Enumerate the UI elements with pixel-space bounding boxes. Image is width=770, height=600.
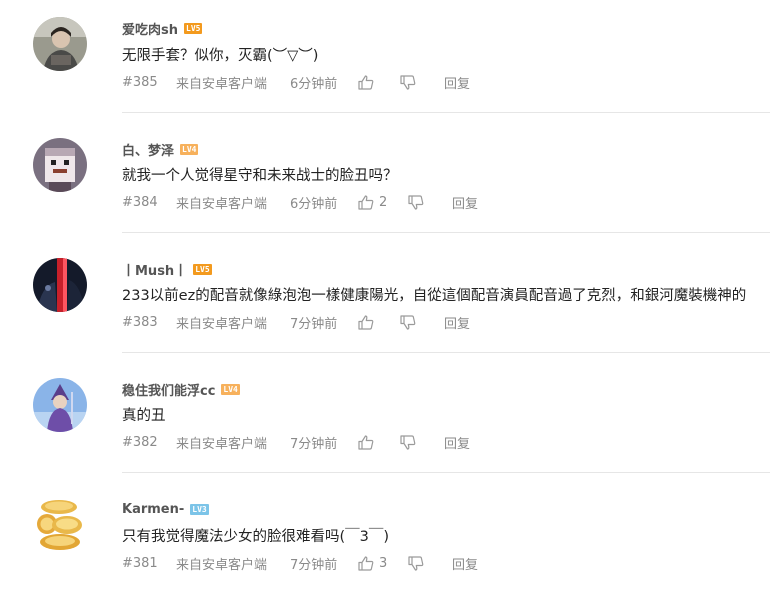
thumbs-up-icon [358, 434, 374, 450]
user-row: 稳住我们能浮cc LV4 [122, 380, 240, 399]
source-label: 来自安卓客户端 [176, 557, 268, 573]
comment-item: 白、梦泽 LV4 就我一个人觉得星守和未来战士的脸丑吗？ #384 来自安卓客户… [0, 120, 770, 240]
username[interactable]: 丨Mush丨 [122, 260, 187, 279]
comment-text: 就我一个人觉得星守和未来战士的脸丑吗？ [122, 168, 398, 184]
like-button[interactable] [358, 314, 400, 330]
thumbs-down-icon [400, 314, 416, 330]
comment-text: 真的丑 [122, 408, 166, 424]
user-row: 爱吃肉sh LV5 [122, 19, 203, 38]
comment-item: 丨Mush丨 LV5 233以前ez的配音就像綠泡泡一樣健康陽光，自從這個配音演… [0, 240, 770, 360]
comment-item: 稳住我们能浮cc LV4 真的丑 #382 来自安卓客户端 7分钟前 回复 [0, 360, 770, 480]
thumbs-down-icon [400, 74, 416, 90]
thumbs-down-icon [408, 555, 424, 571]
avatar[interactable] [33, 17, 87, 71]
comment-meta: #385 来自安卓客户端 6分钟前 回复 [122, 73, 470, 92]
level-badge: LV4 [180, 143, 199, 155]
like-button[interactable]: 3 [358, 556, 408, 571]
like-button[interactable] [358, 74, 400, 90]
dislike-button[interactable] [408, 555, 452, 571]
comment-item: Karmen- LV3 只有我觉得魔法少女的脸很难看吗(￣3￣) #381 来自… [0, 480, 770, 600]
level-badge: LV5 [184, 22, 203, 34]
reply-button[interactable]: 回复 [444, 433, 470, 452]
like-count: 3 [379, 555, 388, 571]
avatar-photo-icon [33, 17, 87, 71]
source-label: 来自安卓客户端 [176, 76, 268, 92]
timestamp: 6分钟前 [290, 196, 338, 212]
dislike-button[interactable] [400, 434, 444, 450]
reply-button[interactable]: 回复 [452, 193, 478, 212]
comment-meta: #382 来自安卓客户端 7分钟前 回复 [122, 433, 470, 452]
user-row: 丨Mush丨 LV5 [122, 260, 212, 279]
avatar[interactable] [33, 497, 87, 551]
level-badge: LV4 [221, 383, 240, 395]
timestamp: 7分钟前 [290, 557, 338, 573]
user-row: 白、梦泽 LV4 [122, 140, 199, 159]
avatar-pixel-icon [33, 138, 87, 192]
floor-number: #385 [122, 74, 158, 90]
reply-button[interactable]: 回复 [444, 73, 470, 92]
username[interactable]: 爱吃肉sh [122, 19, 178, 38]
like-button[interactable]: 2 [358, 195, 408, 210]
username[interactable]: 稳住我们能浮cc [122, 380, 215, 399]
user-row: Karmen- LV3 [122, 500, 209, 518]
thumbs-down-icon [408, 194, 424, 210]
source-label: 来自安卓客户端 [176, 436, 268, 452]
thumbs-up-icon [358, 314, 374, 330]
avatar[interactable] [33, 258, 87, 312]
timestamp: 7分钟前 [290, 436, 338, 452]
dislike-button[interactable] [400, 74, 444, 90]
floor-number: #383 [122, 314, 158, 330]
floor-number: #382 [122, 434, 158, 450]
avatar-coins-icon [33, 497, 87, 551]
level-badge: LV5 [193, 263, 212, 275]
username[interactable]: 白、梦泽 [122, 140, 174, 159]
dislike-button[interactable] [400, 314, 444, 330]
divider [122, 112, 770, 113]
comment-text: 233以前ez的配音就像綠泡泡一樣健康陽光，自從這個配音演員配音過了克烈，和銀河… [122, 288, 747, 304]
reply-button[interactable]: 回复 [444, 313, 470, 332]
divider [122, 472, 770, 473]
floor-number: #381 [122, 555, 158, 571]
comment-meta: #384 来自安卓客户端 6分钟前 2 回复 [122, 193, 478, 212]
comment-text: 只有我觉得魔法少女的脸很难看吗(￣3￣) [122, 529, 390, 545]
like-button[interactable] [358, 434, 400, 450]
thumbs-up-icon [358, 555, 374, 571]
timestamp: 7分钟前 [290, 316, 338, 332]
floor-number: #384 [122, 194, 158, 210]
reply-button[interactable]: 回复 [452, 554, 478, 573]
divider [122, 352, 770, 353]
level-badge: LV3 [190, 503, 209, 515]
source-label: 来自安卓客户端 [176, 196, 268, 212]
comment-meta: #381 来自安卓客户端 7分钟前 3 回复 [122, 554, 478, 573]
like-count: 2 [379, 194, 388, 210]
dislike-button[interactable] [408, 194, 452, 210]
thumbs-up-icon [358, 74, 374, 90]
divider [122, 232, 770, 233]
comment-text: 无限手套？似你，灭霸(︶▽︶) [122, 48, 319, 64]
comment-meta: #383 来自安卓客户端 7分钟前 回复 [122, 313, 470, 332]
comment-item: 爱吃肉sh LV5 无限手套？似你，灭霸(︶▽︶) #385 来自安卓客户端 6… [0, 0, 770, 120]
thumbs-down-icon [400, 434, 416, 450]
timestamp: 6分钟前 [290, 76, 338, 92]
avatar[interactable] [33, 378, 87, 432]
thumbs-up-icon [358, 194, 374, 210]
username[interactable]: Karmen- [122, 502, 184, 517]
avatar[interactable] [33, 138, 87, 192]
source-label: 来自安卓客户端 [176, 316, 268, 332]
avatar-warrior-icon [33, 258, 87, 312]
avatar-character-icon [33, 378, 87, 432]
